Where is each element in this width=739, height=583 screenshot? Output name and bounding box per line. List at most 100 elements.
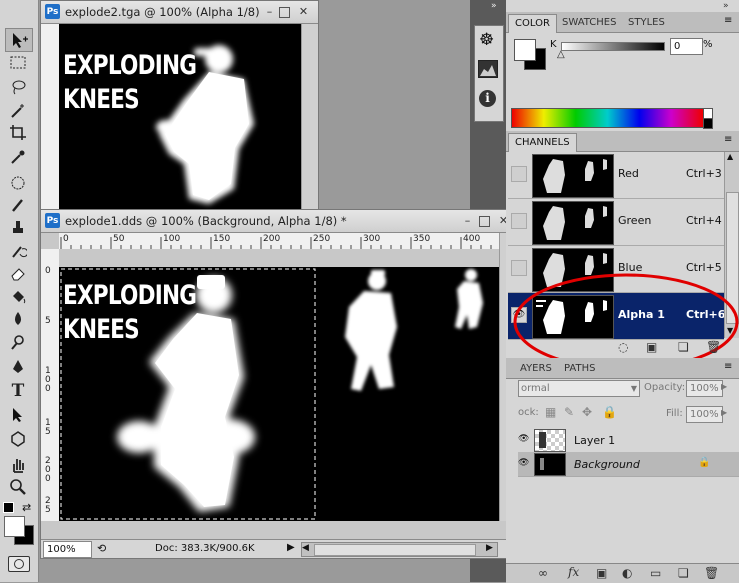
ruler-label: 200 — [263, 234, 281, 244]
layer-lock-icon: 🔒 — [698, 457, 711, 468]
blur-tool-icon[interactable] — [5, 308, 31, 330]
k-value-field[interactable]: 0 — [670, 38, 703, 55]
document-titlebar[interactable]: Ps explode2.tga @ 100% (Alpha 1/8) – ✕ — [41, 1, 318, 24]
canvas[interactable]: EXPLODING KNEES — [59, 267, 499, 521]
layer-row-layer-1[interactable]: 👁 Layer 1 — [518, 428, 739, 453]
maximize-button[interactable] — [479, 216, 490, 227]
fill-field[interactable]: 100% — [686, 406, 723, 423]
add-mask-icon[interactable]: ▣ — [596, 566, 607, 580]
maximize-button[interactable] — [279, 7, 290, 18]
k-slider-handle[interactable]: △ — [557, 49, 565, 60]
new-group-icon[interactable]: ▭ — [650, 566, 661, 580]
blend-mode-select[interactable]: ormal ▼ — [518, 380, 640, 397]
close-button[interactable]: ✕ — [297, 5, 310, 18]
marquee-tool-icon[interactable] — [5, 52, 31, 74]
load-channel-selection-icon[interactable]: ◌ — [618, 340, 628, 354]
healing-brush-tool-icon[interactable] — [5, 172, 31, 194]
foreground-color-chip[interactable] — [514, 39, 536, 61]
fx-icon[interactable]: fx — [568, 565, 579, 579]
caption-line-1: EXPLODING — [63, 50, 197, 81]
magic-wand-tool-icon[interactable] — [5, 100, 31, 122]
ruler-label: 2 0 0 — [45, 456, 51, 484]
quick-mask-icon[interactable] — [8, 556, 30, 572]
crop-tool-icon[interactable] — [5, 122, 31, 144]
document-titlebar[interactable]: Ps explode1.dds @ 100% (Background, Alph… — [41, 210, 517, 233]
lock-transparency-icon[interactable]: ▦ — [545, 405, 556, 419]
delete-layer-icon[interactable]: 🗑 — [704, 566, 719, 580]
histogram-icon[interactable] — [478, 60, 498, 78]
tab-paths[interactable]: PATHS — [558, 360, 601, 378]
ruler-label: 0 — [45, 266, 51, 276]
color-spectrum-bar[interactable] — [511, 108, 704, 128]
vertical-ruler — [41, 24, 59, 213]
save-selection-channel-icon[interactable]: ▣ — [646, 340, 657, 354]
tab-channels[interactable]: CHANNELS — [508, 133, 577, 152]
brush-tool-icon[interactable] — [5, 194, 31, 216]
panel-menu-icon[interactable]: ≡ — [724, 361, 732, 372]
k-slider-track[interactable] — [561, 42, 665, 51]
clone-stamp-tool-icon[interactable] — [5, 216, 31, 238]
tab-styles[interactable]: STYLES — [622, 14, 671, 32]
move-tool-icon[interactable] — [5, 28, 33, 52]
scroll-thumb[interactable] — [314, 544, 476, 556]
shape-tool-icon[interactable] — [5, 428, 31, 450]
spectrum-black-chip[interactable] — [703, 118, 713, 129]
canvas[interactable]: EXPLODING KNEES — [59, 24, 301, 213]
adjustment-layer-icon[interactable]: ◐ — [622, 566, 632, 580]
eyedropper-tool-icon[interactable] — [5, 146, 31, 168]
paint-bucket-tool-icon[interactable] — [5, 286, 31, 308]
channel-row-red[interactable]: Red Ctrl+3 — [508, 152, 724, 199]
tab-color[interactable]: COLOR — [508, 14, 557, 33]
lasso-tool-icon[interactable] — [5, 76, 31, 98]
default-colors-icon[interactable] — [3, 502, 14, 513]
visibility-toggle[interactable] — [511, 213, 527, 229]
document-title: explode1.dds @ 100% (Background, Alpha 1… — [65, 214, 347, 228]
zoom-field[interactable]: 100% — [43, 541, 92, 558]
lock-image-icon[interactable]: ✎ — [564, 405, 574, 419]
type-tool-icon[interactable]: T — [5, 380, 31, 402]
link-layers-icon[interactable]: ∞ — [538, 566, 548, 580]
eye-icon[interactable]: 👁 — [518, 458, 529, 468]
pen-tool-icon[interactable] — [5, 356, 31, 378]
lock-position-icon[interactable]: ✥ — [582, 405, 592, 419]
scroll-right-arrow-icon[interactable]: ▶ — [486, 543, 493, 553]
layer-row-background[interactable]: 👁 Background 🔒 — [518, 452, 739, 477]
tab-layers[interactable]: AYERS — [514, 360, 558, 378]
swap-colors-icon[interactable]: ⇄ — [22, 501, 31, 514]
lock-all-icon[interactable]: 🔒 — [602, 405, 617, 419]
panel-menu-icon[interactable]: ≡ — [724, 15, 732, 26]
new-layer-icon[interactable]: ❏ — [678, 566, 689, 580]
visibility-toggle[interactable] — [511, 166, 527, 182]
dock-collapse-icon[interactable]: » — [491, 1, 497, 11]
minimize-button[interactable]: – — [461, 214, 474, 227]
navigator-icon[interactable]: ☸ — [479, 30, 494, 50]
status-menu-arrow-icon[interactable]: ▶ — [287, 542, 295, 553]
fill-dropdown-icon[interactable]: ▶ — [721, 408, 727, 417]
scroll-left-arrow-icon[interactable]: ◀ — [302, 543, 309, 553]
hand-tool-icon[interactable] — [5, 454, 31, 476]
horizontal-scrollbar[interactable]: ◀ ▶ — [301, 542, 498, 557]
vertical-scrollbar[interactable] — [301, 24, 318, 213]
tab-swatches[interactable]: SWATCHES — [556, 14, 622, 32]
channel-row-green[interactable]: Green Ctrl+4 — [508, 199, 724, 246]
zoom-tool-icon[interactable] — [5, 476, 31, 498]
dodge-tool-icon[interactable] — [5, 332, 31, 354]
info-icon[interactable]: i — [479, 90, 496, 107]
eye-icon[interactable]: 👁 — [518, 434, 529, 444]
scroll-up-arrow-icon[interactable]: ▲ — [727, 152, 733, 161]
layer-name: Layer 1 — [574, 434, 616, 447]
minimize-button[interactable]: – — [263, 5, 276, 18]
fill-label: Fill: — [666, 408, 683, 419]
path-selection-tool-icon[interactable] — [5, 404, 31, 426]
delete-channel-icon[interactable]: 🗑 — [706, 340, 721, 354]
eraser-tool-icon[interactable] — [5, 262, 31, 284]
foreground-color-swatch[interactable] — [4, 516, 25, 537]
history-brush-tool-icon[interactable] — [5, 240, 31, 262]
panel-collapse-icon[interactable]: » — [723, 1, 729, 11]
opacity-field[interactable]: 100% — [686, 380, 723, 397]
status-options-icon[interactable]: ⟲ — [97, 542, 106, 555]
opacity-dropdown-icon[interactable]: ▶ — [721, 382, 727, 391]
panel-menu-icon[interactable]: ≡ — [724, 134, 732, 145]
layer-thumbnail — [534, 429, 566, 452]
new-channel-icon[interactable]: ❏ — [678, 340, 689, 354]
